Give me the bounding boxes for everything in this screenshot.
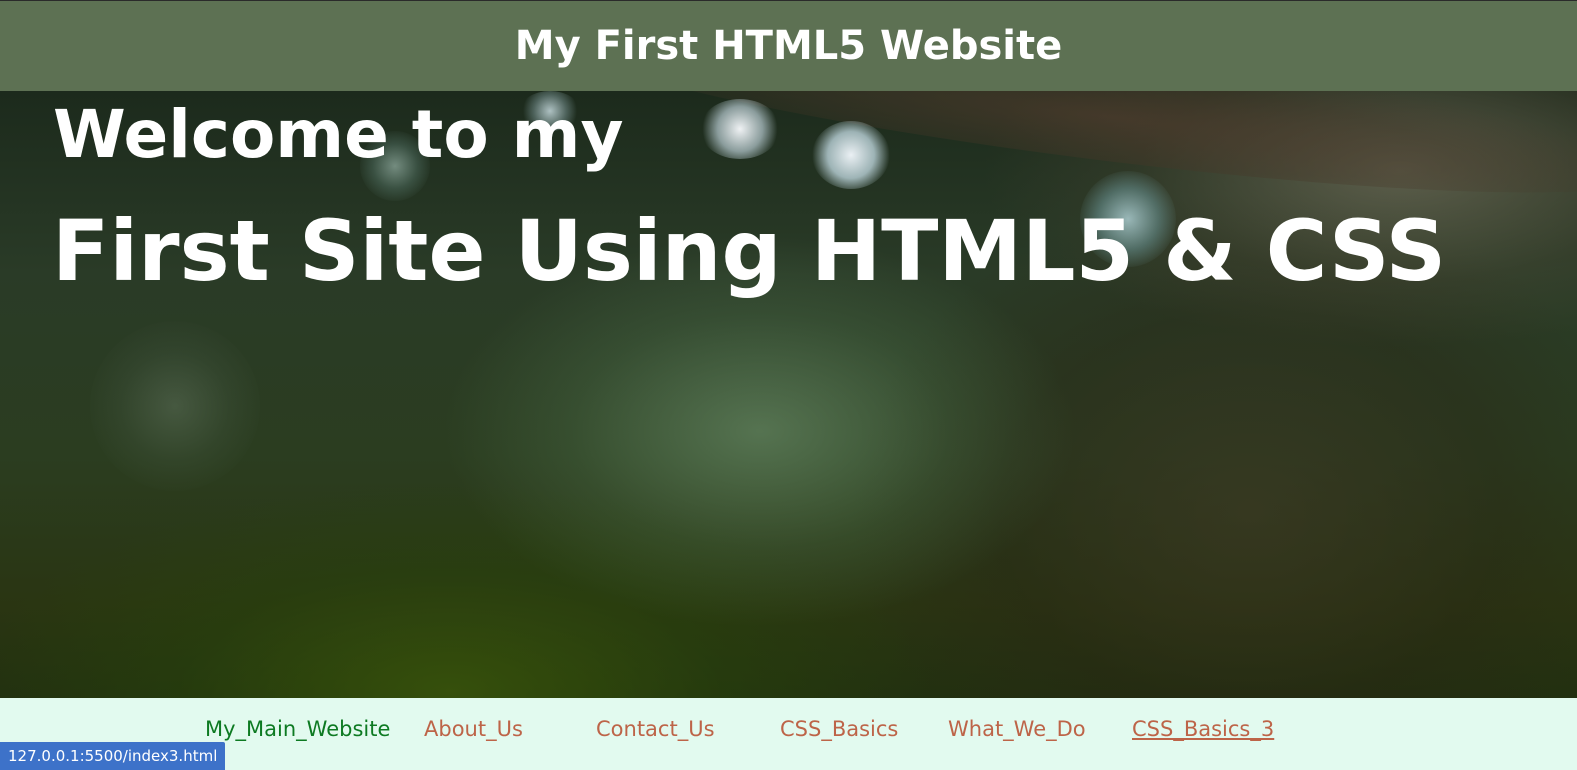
nav-link-contact-us[interactable]: Contact_Us	[596, 716, 715, 742]
nav-link-about-us[interactable]: About_Us	[424, 716, 523, 742]
hero-heading-line-1: Welcome to my	[53, 96, 624, 173]
bottom-nav: My_Main_Website About_Us Contact_Us CSS_…	[0, 698, 1577, 770]
browser-status-bar-url: 127.0.0.1:5500/index3.html	[0, 742, 226, 770]
site-header: My First HTML5 Website	[0, 1, 1577, 91]
hero-background-bokeh	[700, 99, 780, 159]
nav-link-what-we-do[interactable]: What_We_Do	[948, 716, 1086, 742]
hero-background-bokeh	[812, 121, 890, 189]
nav-link-css-basics-3[interactable]: CSS_Basics_3	[1132, 716, 1274, 742]
nav-link-css-basics[interactable]: CSS_Basics	[780, 716, 898, 742]
hero-background-bokeh	[90, 321, 260, 491]
nav-link-my-main-website[interactable]: My_Main_Website	[205, 716, 390, 742]
hero-heading-line-2: First Site Using HTML5 & CSS	[52, 202, 1447, 300]
hero-banner: Welcome to my First Site Using HTML5 & C…	[0, 91, 1577, 698]
site-title: My First HTML5 Website	[514, 23, 1063, 69]
page: My First HTML5 Website Welcome to my Fir…	[0, 0, 1577, 770]
